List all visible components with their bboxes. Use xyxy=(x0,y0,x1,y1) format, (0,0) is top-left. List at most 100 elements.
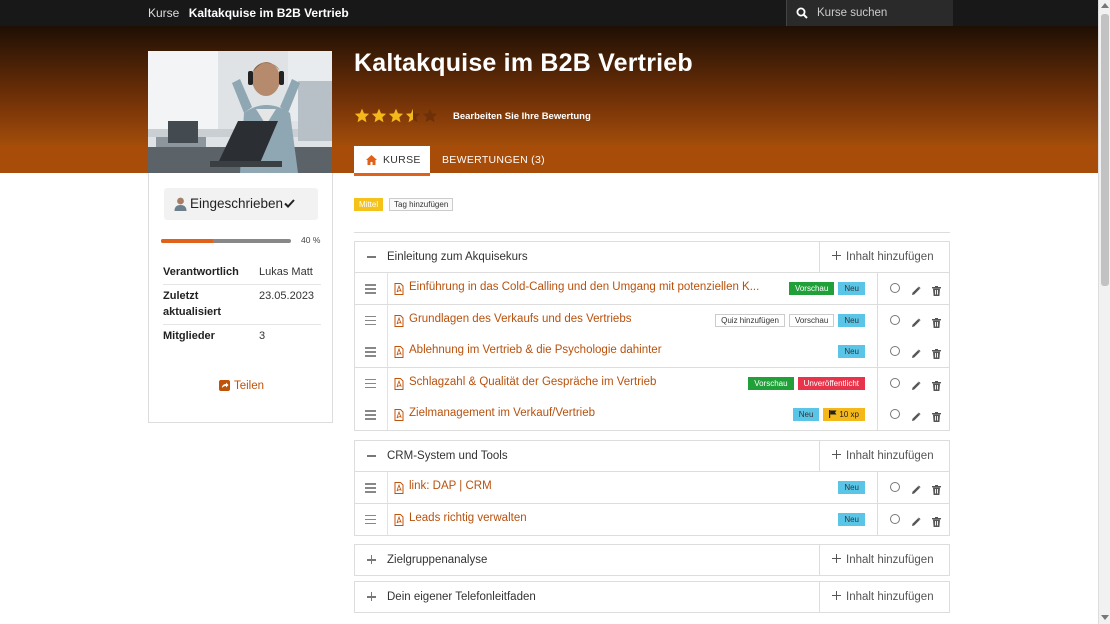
expand-icon[interactable] xyxy=(367,556,376,563)
lesson-badges: Neu 10 xp xyxy=(789,408,865,422)
collapse-icon[interactable] xyxy=(367,256,376,258)
trash-icon[interactable] xyxy=(932,409,941,427)
star-half-icon[interactable] xyxy=(405,108,421,123)
user-avatar-icon xyxy=(174,191,187,223)
share-button[interactable]: Teilen xyxy=(149,380,334,392)
home-icon xyxy=(366,155,377,165)
badge-blue: Neu xyxy=(792,408,820,422)
lesson-actions xyxy=(877,367,950,399)
pdf-document-icon xyxy=(394,481,404,499)
tab-courses[interactable]: KURSE xyxy=(354,146,430,176)
star-full-icon[interactable] xyxy=(371,108,387,123)
drag-handle-icon[interactable] xyxy=(365,315,376,328)
lesson-title-link[interactable]: Leads richtig verwalten xyxy=(409,512,527,524)
edit-pencil-icon[interactable] xyxy=(911,482,921,500)
section-header[interactable]: Dein eigener Telefonleitfaden Inhalt hinz… xyxy=(354,581,950,613)
edit-rating-link[interactable]: Bearbeiten Sie Ihre Bewertung xyxy=(453,111,591,122)
checkmark-icon xyxy=(284,196,295,211)
tab-reviews[interactable]: BEWERTUNGEN (3) xyxy=(442,146,552,176)
add-content-button[interactable]: Inhalt hinzufügen xyxy=(819,582,950,612)
add-content-button[interactable]: Inhalt hinzufügen xyxy=(819,545,950,575)
edit-pencil-icon[interactable] xyxy=(911,378,921,396)
star-rating[interactable] xyxy=(354,108,439,124)
badge-blue: Neu xyxy=(838,313,865,327)
complete-toggle-icon[interactable] xyxy=(890,346,900,357)
add-content-button[interactable]: Inhalt hinzufügen xyxy=(819,441,950,471)
badge-red: Unveröffentlicht xyxy=(797,376,865,390)
trash-icon[interactable] xyxy=(932,378,941,396)
drag-handle-icon[interactable] xyxy=(365,514,376,527)
add-content-button[interactable]: Inhalt hinzufügen xyxy=(819,242,950,272)
drag-handle-icon[interactable] xyxy=(365,410,376,422)
course-progress-label: 40 % xyxy=(301,235,321,245)
add-quiz-button[interactable]: Quiz hinzufügen xyxy=(715,313,785,327)
edit-pencil-icon[interactable] xyxy=(911,283,921,301)
page-scrollbar[interactable] xyxy=(1098,0,1110,624)
complete-toggle-icon[interactable] xyxy=(890,314,900,325)
scroll-up-icon[interactable] xyxy=(1101,3,1109,8)
scroll-down-icon[interactable] xyxy=(1101,615,1109,620)
meta-value: 23.05.2023 xyxy=(259,290,315,302)
scrollbar-thumb[interactable] xyxy=(1101,14,1109,286)
search-icon xyxy=(796,7,808,19)
drag-handle-icon[interactable] xyxy=(365,378,376,391)
drag-handle-icon[interactable] xyxy=(365,347,376,359)
course-thumbnail xyxy=(148,51,332,173)
lesson-actions xyxy=(877,399,950,431)
lesson-actions xyxy=(877,503,950,535)
complete-toggle-icon[interactable] xyxy=(890,283,900,293)
badge-green: Vorschau xyxy=(748,376,794,390)
lesson-row: Schlagzahl & Qualität der Gespräche im V… xyxy=(354,367,950,400)
course-sidebar: Eingeschrieben 40 % Verantwortlich Lukas … xyxy=(148,173,333,423)
tab-courses-label: KURSE xyxy=(383,154,421,166)
trash-icon[interactable] xyxy=(932,315,941,333)
lesson-title-link[interactable]: Zielmanagement im Verkauf/Vertrieb xyxy=(409,407,595,419)
add-tag-button[interactable]: Tag hinzufügen xyxy=(389,198,454,211)
trash-icon[interactable] xyxy=(932,283,941,301)
star-full-icon[interactable] xyxy=(354,108,370,123)
edit-pencil-icon[interactable] xyxy=(911,315,921,333)
drag-handle-icon[interactable] xyxy=(365,483,376,495)
lesson-badges: Neu xyxy=(834,345,865,359)
plus-icon xyxy=(832,450,841,459)
add-content-label: Inhalt hinzufügen xyxy=(846,450,934,462)
meta-key: Verantwortlich xyxy=(163,266,239,278)
lesson-title-link[interactable]: Schlagzahl & Qualität der Gespräche im V… xyxy=(409,376,656,388)
enrolled-button[interactable]: Eingeschrieben xyxy=(164,188,318,220)
pdf-document-icon xyxy=(394,314,404,332)
star-empty-icon[interactable] xyxy=(422,108,438,123)
lesson-title-link[interactable]: Grundlagen des Verkaufs und des Vertrieb… xyxy=(409,313,631,325)
complete-toggle-icon[interactable] xyxy=(890,409,900,420)
trash-icon[interactable] xyxy=(932,346,941,364)
lesson-badges: Neu xyxy=(834,481,865,495)
complete-toggle-icon[interactable] xyxy=(890,513,900,524)
meta-value: Lukas Matt xyxy=(259,266,313,278)
section-header[interactable]: Zielgruppenanalyse Inhalt hinzufügen xyxy=(354,544,950,576)
collapse-icon[interactable] xyxy=(367,455,376,457)
complete-toggle-icon[interactable] xyxy=(890,377,900,388)
edit-pencil-icon[interactable] xyxy=(911,514,921,532)
trash-icon[interactable] xyxy=(932,514,941,532)
expand-icon[interactable] xyxy=(367,593,376,600)
course-title: Kaltakquise im B2B Vertrieb xyxy=(354,49,693,77)
lesson-row: Einführung in das Cold-Calling und den U… xyxy=(354,273,950,305)
trash-icon[interactable] xyxy=(932,482,941,500)
lesson-title-link[interactable]: link: DAP | CRM xyxy=(409,480,492,492)
lesson-title-link[interactable]: Einführung in das Cold-Calling und den U… xyxy=(409,281,759,293)
lesson-row: Ablehnung im Vertrieb & die Psychologie … xyxy=(354,336,950,369)
lesson-title-link[interactable]: Ablehnung im Vertrieb & die Psychologie … xyxy=(409,344,662,356)
breadcrumb-courses-link[interactable]: Kurse xyxy=(148,6,179,20)
section-header[interactable]: CRM-System und Tools Inhalt hinzufügen xyxy=(354,440,950,472)
search-input[interactable] xyxy=(817,4,947,22)
star-full-icon[interactable] xyxy=(388,108,404,123)
drag-handle-icon[interactable] xyxy=(365,284,376,296)
section-header[interactable]: Einleitung zum Akquisekurs Inhalt hinzufü… xyxy=(354,241,950,273)
edit-pencil-icon[interactable] xyxy=(911,409,921,427)
section-title: CRM-System und Tools xyxy=(387,450,508,462)
badge-blue: Neu xyxy=(838,512,865,526)
edit-pencil-icon[interactable] xyxy=(911,346,921,364)
complete-toggle-icon[interactable] xyxy=(890,482,900,492)
lesson-badges: Quiz hinzufügen Vorschau Neu xyxy=(711,313,865,328)
meta-row: Verantwortlich Lukas Matt xyxy=(163,261,321,285)
pdf-document-icon xyxy=(394,282,404,300)
